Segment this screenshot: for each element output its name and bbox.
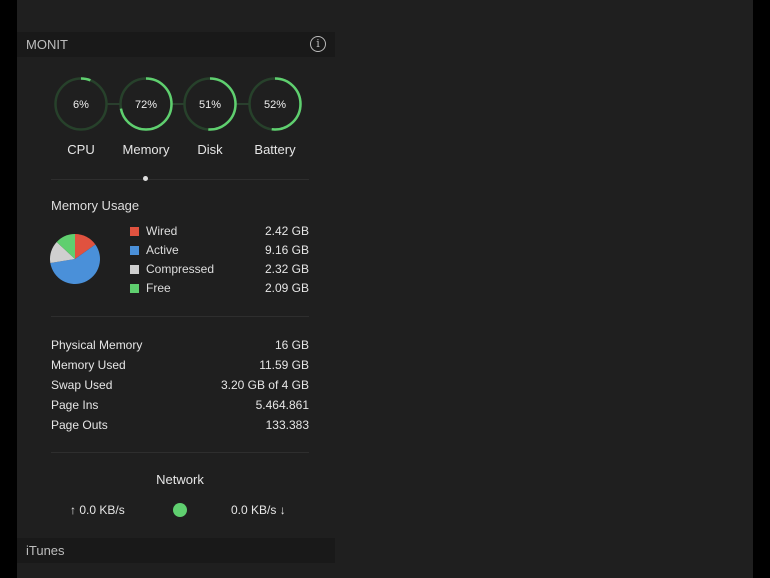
network-title: Network — [156, 472, 204, 487]
itunes-title: iTunes — [26, 543, 65, 558]
upload-speed: ↑ 0.0 KB/s — [70, 503, 125, 517]
page-indicator-dot[interactable] — [143, 176, 148, 181]
stat-value: 16 GB — [274, 338, 309, 352]
stat-row: Memory Used 11.59 GB — [51, 355, 309, 375]
itunes-header: iTunes — [17, 538, 335, 563]
gauge-value: 51% — [199, 99, 221, 111]
stat-row: Physical Memory 16 GB — [51, 335, 309, 355]
stat-value: 133.383 — [265, 418, 309, 432]
legend-item-wired: Wired 2.42 GB — [130, 222, 309, 241]
stat-label: Swap Used — [51, 378, 113, 392]
legend-value: 9.16 GB — [264, 243, 309, 257]
legend-item-free: Free 2.09 GB — [130, 279, 309, 298]
gauge-value: 6% — [73, 99, 89, 111]
legend-label: Wired — [146, 224, 178, 238]
gauge-value: 52% — [264, 99, 286, 111]
legend-item-active: Active 9.16 GB — [130, 241, 309, 260]
network-status-indicator — [173, 503, 187, 517]
stat-label: Memory Used — [51, 358, 126, 372]
stat-row: Page Outs 133.383 — [51, 415, 309, 435]
stat-value: 11.59 GB — [259, 358, 309, 372]
gauge-label-battery: Battery — [254, 142, 296, 157]
legend-label: Free — [146, 281, 171, 295]
stat-label: Page Outs — [51, 418, 108, 432]
legend-swatch — [130, 265, 139, 274]
legend-value: 2.32 GB — [264, 262, 309, 276]
memory-usage-title: Memory Usage — [51, 198, 140, 213]
stat-row: Swap Used 3.20 GB of 4 GB — [51, 375, 309, 395]
stat-value: 5.464.861 — [255, 398, 309, 412]
legend-swatch — [130, 227, 139, 236]
legend-value: 2.09 GB — [264, 281, 309, 295]
legend-swatch — [130, 284, 139, 293]
stat-label: Page Ins — [51, 398, 99, 412]
memory-pie-chart — [50, 234, 100, 284]
stat-row: Page Ins 5.464.861 — [51, 395, 309, 415]
stat-label: Physical Memory — [51, 338, 143, 352]
legend-swatch — [130, 246, 139, 255]
legend-value: 2.42 GB — [264, 224, 309, 238]
stat-value: 3.20 GB of 4 GB — [220, 378, 309, 392]
legend-label: Active — [146, 243, 179, 257]
download-speed: 0.0 KB/s ↓ — [231, 503, 286, 517]
legend-label: Compressed — [146, 262, 215, 276]
legend-item-compressed: Compressed 2.32 GB — [130, 260, 309, 279]
gauges: 6% 72% 51% 52% — [54, 77, 302, 131]
gauge-value: 72% — [135, 99, 157, 111]
